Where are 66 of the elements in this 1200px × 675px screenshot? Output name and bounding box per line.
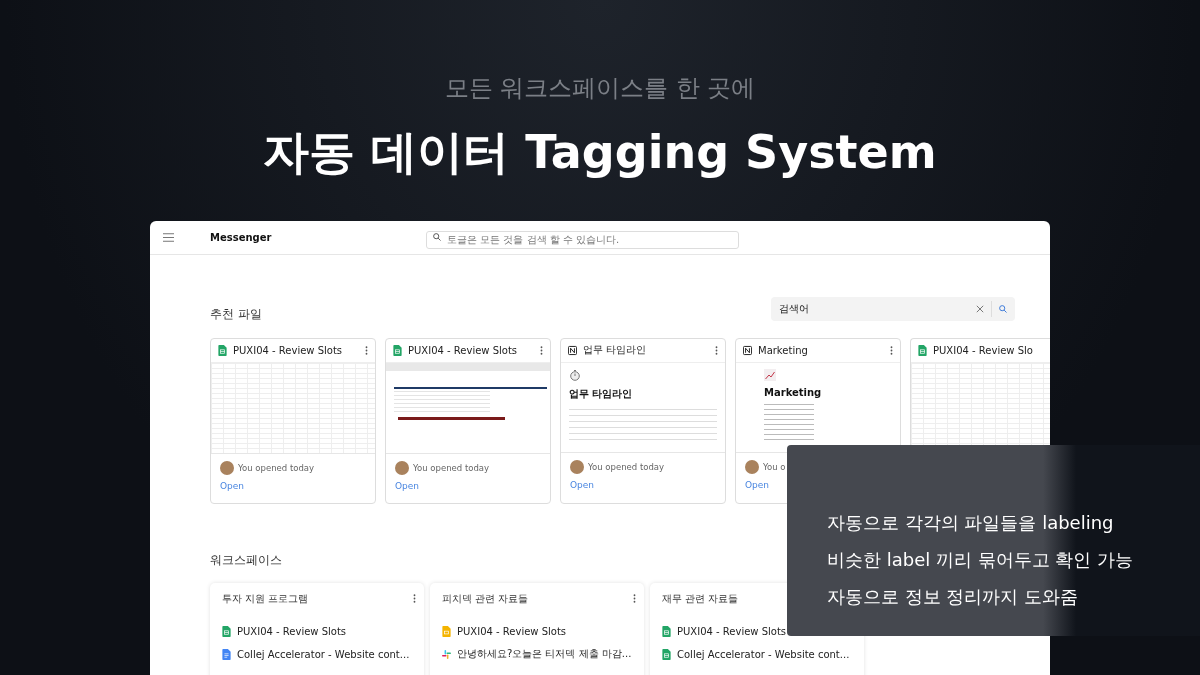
spreadsheet-icon xyxy=(222,625,231,637)
more-options-icon[interactable] xyxy=(413,594,416,604)
hero-subtitle: 모든 워크스페이스를 한 곳에 xyxy=(444,73,756,104)
file-card[interactable]: PUXI04 - Review Slots You opened today Open xyxy=(210,337,376,504)
file-card[interactable]: 업무 타임라인 업무 타임라인 You opened today Open xyxy=(560,337,726,504)
search-icon[interactable] xyxy=(999,305,1007,314)
workspace-card[interactable]: 피치덱 관련 자료들 PUXI04 - Review Slots 안녕하세요?오늘은 티저덱 제출 마감... xyxy=(430,582,644,675)
chart-icon xyxy=(764,368,776,381)
file-name: PUXI04 - Review Slots xyxy=(408,344,519,356)
file-name: 업무 타임라인 xyxy=(583,343,648,358)
spreadsheet-icon xyxy=(662,625,671,637)
file-name: PUXI04 - Review Slo xyxy=(933,344,1034,356)
page-title: 업무 타임라인 xyxy=(569,386,633,401)
opened-text: You o xyxy=(763,461,786,472)
more-options-icon[interactable] xyxy=(890,345,893,355)
open-link[interactable]: Open xyxy=(395,480,420,491)
opened-text: You opened today xyxy=(238,462,315,473)
close-icon[interactable] xyxy=(976,305,984,314)
menu-icon[interactable] xyxy=(163,232,174,242)
section-heading: 추천 파일 xyxy=(210,305,262,323)
file-name[interactable]: PUXI04 - Review Slots xyxy=(457,625,567,637)
section-heading: 워크스페이스 xyxy=(210,551,282,569)
file-name: Marketing xyxy=(758,344,809,356)
feature-text: 자동으로 각각의 파일들을 labeling xyxy=(827,511,1115,535)
document-icon xyxy=(222,648,231,660)
workspace-name: 피치덱 관련 자료들 xyxy=(442,591,529,606)
search-field[interactable]: 토글은 모든 것을 검색 할 수 있습니다. xyxy=(426,230,739,249)
file-name[interactable]: PUXI04 - Review Slots xyxy=(677,625,787,637)
file-name[interactable]: Collej Accelerator - Website cont... xyxy=(677,648,850,660)
opened-text: You opened today xyxy=(588,461,665,472)
feature-text: 자동으로 정보 정리까지 도와줌 xyxy=(827,585,1080,609)
workspace-name: 재무 관련 자료들 xyxy=(662,591,739,606)
workspace-card[interactable]: 투자 지원 프로그램 PUXI04 - Review Slots Collej Accelerator - Website cont... xyxy=(210,582,424,675)
hash-logo-icon xyxy=(442,648,451,660)
avatar xyxy=(745,459,759,474)
more-options-icon[interactable] xyxy=(715,345,718,355)
more-options-icon[interactable] xyxy=(365,345,368,355)
notion-icon xyxy=(743,344,752,356)
file-name[interactable]: 안녕하세요?오늘은 티저덱 제출 마감... xyxy=(457,647,632,662)
search-icon xyxy=(433,233,441,242)
notion-icon xyxy=(568,344,577,356)
spreadsheet-icon xyxy=(662,648,671,660)
presentation-icon xyxy=(442,625,451,637)
page-title: Marketing xyxy=(764,386,822,398)
file-name[interactable]: Collej Accelerator - Website cont... xyxy=(237,648,410,660)
hero-title: 자동 데이터 Tagging System xyxy=(263,126,937,179)
feature-text: 비슷한 label 끼리 묶어두고 확인 가능 xyxy=(827,548,1135,572)
spreadsheet-icon xyxy=(918,344,927,356)
opened-text: You opened today xyxy=(413,462,490,473)
avatar xyxy=(220,460,234,475)
file-name[interactable]: PUXI04 - Review Slots xyxy=(237,625,347,637)
stopwatch-icon xyxy=(569,368,581,381)
search-field[interactable]: 검색어 xyxy=(771,297,1015,322)
avatar xyxy=(395,460,409,475)
file-card[interactable]: PUXI04 - Review Slots You opened today Open xyxy=(385,337,551,504)
file-name: PUXI04 - Review Slots xyxy=(233,344,344,356)
open-link[interactable]: Open xyxy=(220,480,245,491)
open-link[interactable]: Open xyxy=(745,479,770,490)
open-link[interactable]: Open xyxy=(570,479,595,490)
more-options-icon[interactable] xyxy=(633,594,636,604)
spreadsheet-icon xyxy=(393,344,402,356)
workspace-name: 투자 지원 프로그램 xyxy=(222,591,309,606)
spreadsheet-icon xyxy=(218,344,227,356)
app-title: Messenger xyxy=(210,231,273,243)
avatar xyxy=(570,459,584,474)
more-options-icon[interactable] xyxy=(540,345,543,355)
